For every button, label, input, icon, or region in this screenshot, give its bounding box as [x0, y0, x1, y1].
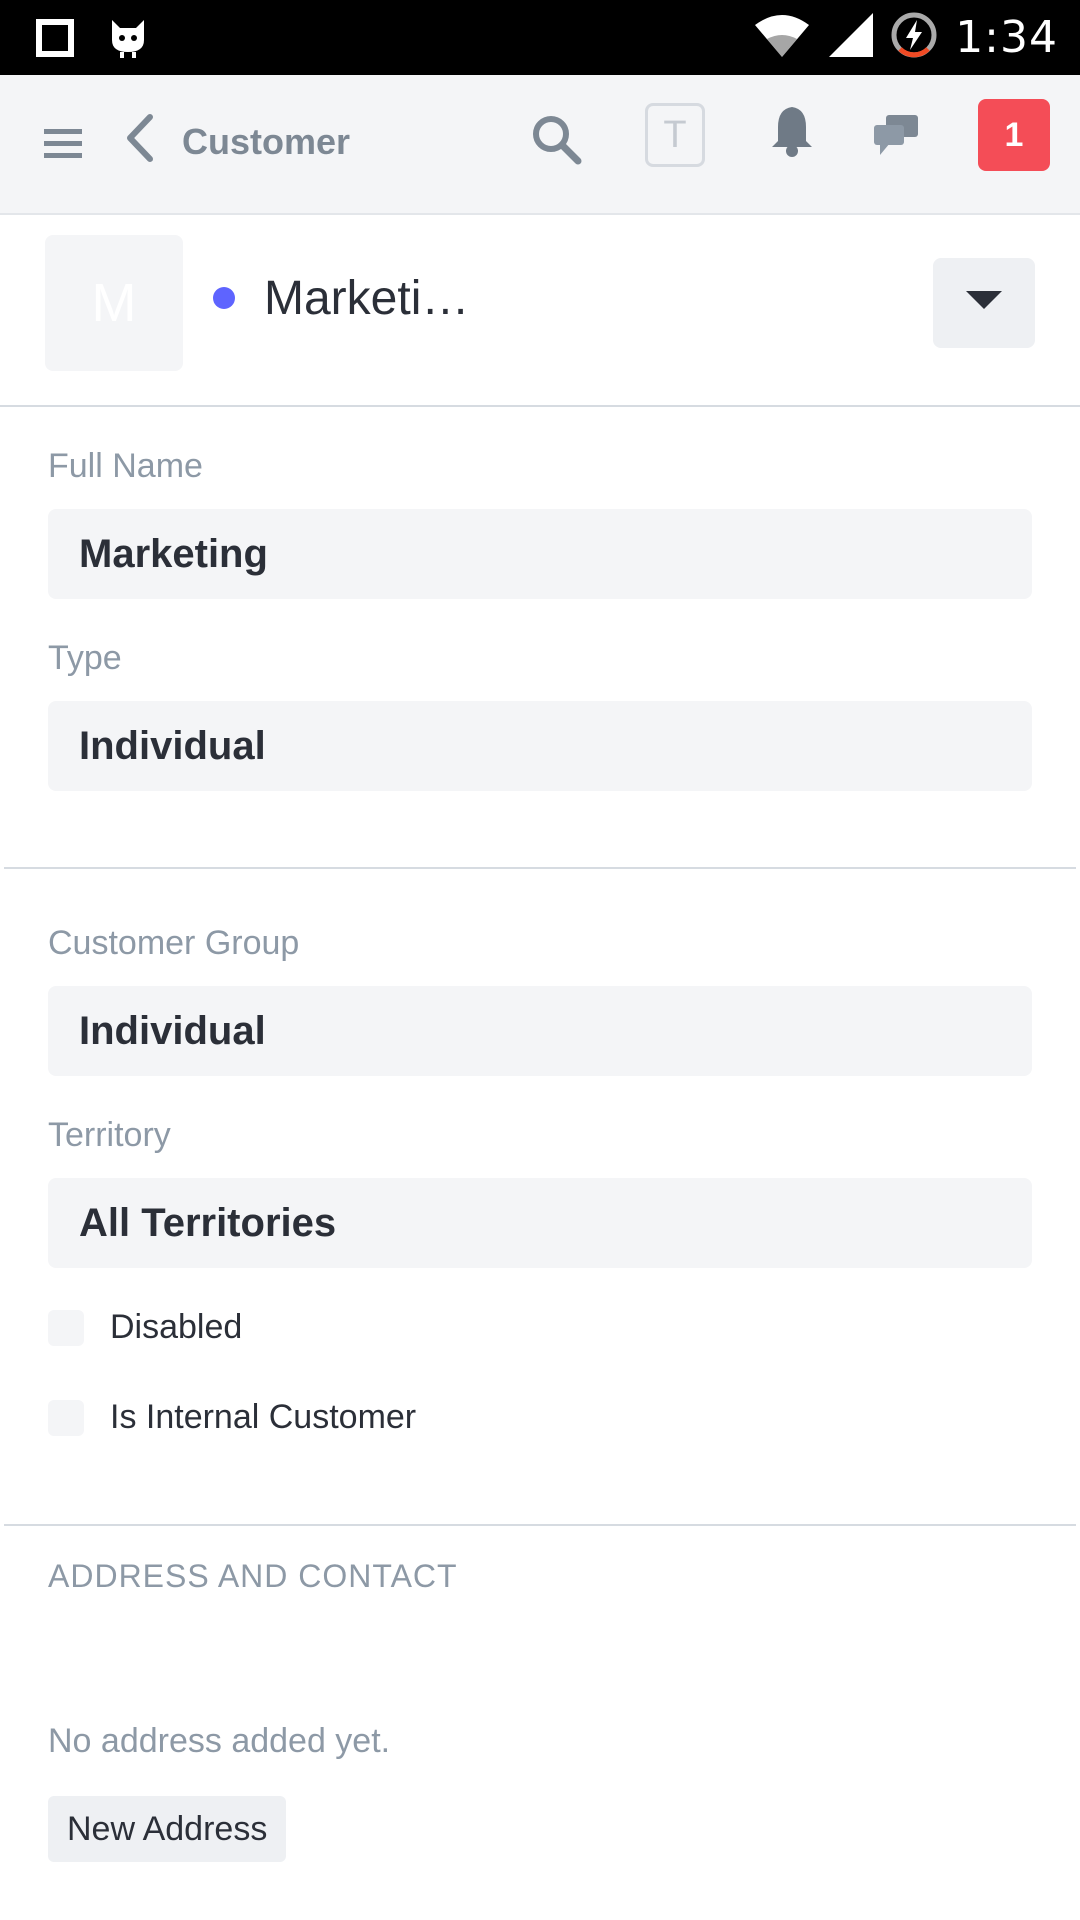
page-title: Customer [182, 121, 351, 162]
caret-down-icon [966, 290, 1002, 316]
section-divider [4, 1524, 1076, 1526]
menu-icon[interactable] [44, 127, 82, 166]
status-indicator-dot [213, 287, 235, 309]
internal-customer-checkbox-label: Is Internal Customer [110, 1398, 417, 1436]
wifi-icon [753, 13, 811, 62]
status-bar: 1:34 [0, 0, 1080, 75]
internal-customer-checkbox[interactable] [48, 1399, 84, 1436]
battery-charging-icon [891, 12, 937, 63]
customer-image-placeholder[interactable]: M [45, 235, 183, 371]
actions-dropdown-button[interactable] [933, 258, 1035, 348]
document-header: M Marketi… [0, 217, 1080, 407]
no-address-text: No address added yet. [48, 1722, 391, 1760]
section-divider [4, 867, 1076, 869]
new-address-button[interactable]: New Address [48, 1796, 287, 1862]
user-avatar[interactable]: T [645, 103, 705, 167]
type-field[interactable]: Individual [48, 701, 1032, 791]
document-name: Marketi… [264, 272, 470, 325]
territory-label: Territory [48, 1116, 171, 1154]
app-bar: Customer T 1 [0, 75, 1080, 215]
full-name-field[interactable]: Marketing [48, 509, 1032, 599]
customer-group-label: Customer Group [48, 924, 300, 962]
back-chevron-icon[interactable] [124, 113, 154, 168]
bell-icon[interactable] [768, 103, 816, 164]
chat-icon[interactable] [872, 113, 920, 162]
address-contact-section-title: ADDRESS AND CONTACT [48, 1558, 458, 1594]
customer-group-field[interactable]: Individual [48, 986, 1032, 1076]
disabled-checkbox-label: Disabled [110, 1308, 243, 1346]
signal-icon [829, 13, 874, 62]
territory-field[interactable]: All Territories [48, 1178, 1032, 1268]
full-name-label: Full Name [48, 447, 203, 485]
type-label: Type [48, 639, 122, 677]
internal-customer-checkbox-row[interactable]: Is Internal Customer [48, 1398, 416, 1437]
cat-notification-icon [108, 18, 148, 63]
notification-count-badge[interactable]: 1 [978, 99, 1050, 171]
disabled-checkbox[interactable] [48, 1309, 84, 1346]
disabled-checkbox-row[interactable]: Disabled [48, 1308, 242, 1347]
status-clock: 1:34 [955, 12, 1058, 63]
square-notification-icon [36, 19, 74, 62]
search-icon[interactable] [530, 113, 582, 170]
